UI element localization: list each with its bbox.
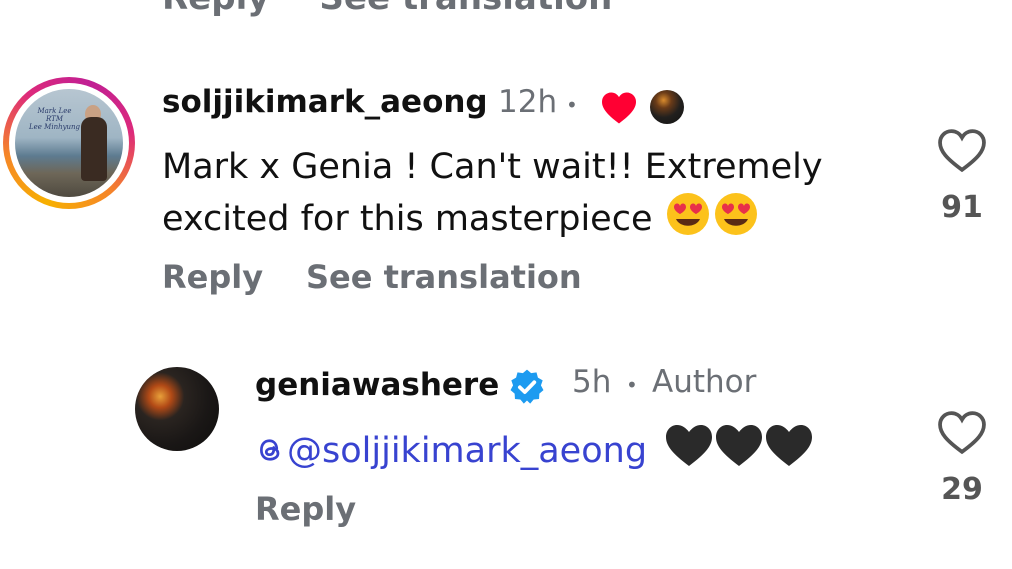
heart-outline-icon[interactable]: [936, 410, 988, 456]
avatar: Mark Lee RTM Lee Minhyung: [15, 89, 123, 197]
avatar[interactable]: [135, 367, 219, 451]
threads-icon: [260, 439, 280, 461]
comment-time: 12h: [498, 84, 558, 120]
verified-badge-icon: [510, 369, 544, 404]
heart-eyes-emoji: [664, 192, 712, 250]
avatar-caption: Mark Lee RTM Lee Minhyung: [29, 107, 81, 131]
mention-link[interactable]: @soljjikimark_aeong: [255, 431, 647, 471]
red-heart-icon: [602, 92, 636, 124]
previous-comment-actions: Reply See translation: [162, 0, 612, 18]
like-count: 91: [941, 190, 983, 225]
author-liked-avatar: [650, 90, 684, 124]
like-count: 29: [941, 472, 983, 507]
avatar-story-ring[interactable]: Mark Lee RTM Lee Minhyung: [3, 77, 135, 209]
separator-dot: •: [566, 93, 578, 117]
reply-button[interactable]: Reply: [162, 258, 263, 296]
comment-time: 5h: [572, 364, 612, 400]
comment-username[interactable]: soljjikimark_aeong: [162, 84, 488, 120]
separator-dot: •: [626, 373, 638, 397]
comment-text: Mark x Genia ! Can't wait!! Extremely ex…: [162, 142, 823, 250]
reply-button[interactable]: Reply: [255, 490, 356, 528]
heart-eyes-emoji: [712, 192, 760, 250]
see-translation-button[interactable]: See translation: [306, 258, 582, 296]
comment-username[interactable]: geniawashere: [255, 367, 499, 403]
comment-text: @soljjikimark_aeong: [255, 424, 814, 476]
reply-button[interactable]: Reply: [162, 0, 269, 18]
black-hearts-emoji: [664, 425, 814, 471]
see-translation-button[interactable]: See translation: [319, 0, 612, 18]
heart-outline-icon[interactable]: [936, 128, 988, 174]
author-label: Author: [652, 364, 757, 400]
